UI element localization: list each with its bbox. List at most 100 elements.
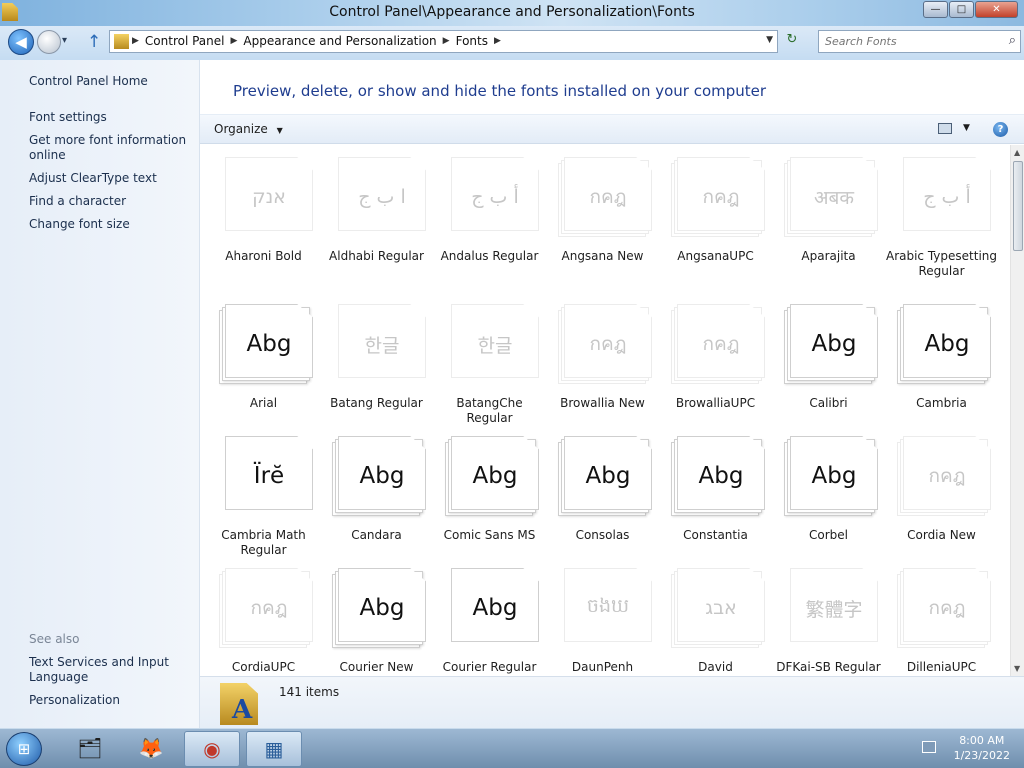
font-item[interactable]: กคฎ Angsana New — [546, 157, 659, 297]
personalization-link[interactable]: Personalization — [29, 693, 189, 708]
font-item[interactable]: अबक Aparajita — [772, 157, 885, 297]
font-name-label: DilleniaUPC — [906, 660, 977, 674]
font-page-icon: أ ب ج — [451, 157, 539, 231]
font-item[interactable]: 繁體字 DFKai-SB Regular — [772, 568, 885, 676]
font-sample-text: अबक — [814, 187, 854, 209]
vertical-scrollbar[interactable]: ▲ ▼ — [1010, 145, 1024, 676]
font-item[interactable]: 한글 Batang Regular — [320, 304, 433, 444]
font-name-label: Arial — [249, 396, 278, 410]
change-font-size-link[interactable]: Change font size — [29, 217, 189, 232]
details-pane: A 141 items — [200, 676, 1024, 728]
font-item[interactable]: Ïrĕ Cambria Math Regular — [207, 436, 320, 576]
forward-button[interactable] — [37, 30, 61, 54]
font-item[interactable]: กคฎ BrowalliaUPC — [659, 304, 772, 444]
scroll-up-icon[interactable]: ▲ — [1014, 148, 1020, 157]
font-item[interactable]: กคฎ DilleniaUPC — [885, 568, 998, 676]
close-button[interactable]: ✕ — [975, 1, 1018, 18]
start-button[interactable]: ⊞ — [6, 732, 42, 766]
font-item[interactable]: Abg Courier Regular — [433, 568, 546, 676]
font-sample-text: Abg — [811, 463, 857, 489]
font-page-icon: אנק — [225, 157, 313, 231]
font-item[interactable]: אבג David — [659, 568, 772, 676]
breadcrumb-appearance-and-personalization[interactable]: Appearance and Personalization — [237, 34, 442, 48]
font-name-label: Cambria Math Regular — [221, 528, 306, 557]
font-name-label: CordiaUPC — [231, 660, 296, 674]
breadcrumb-separator-icon[interactable]: ▶ — [494, 36, 501, 46]
recent-pages-button[interactable]: ▾ — [62, 35, 67, 46]
taskbar-chrome[interactable]: ◉ — [184, 731, 240, 767]
font-name-label: Courier Regular — [442, 660, 537, 674]
font-item[interactable]: Abg Calibri — [772, 304, 885, 444]
search-box[interactable]: ⌕ — [818, 30, 1021, 53]
back-button[interactable]: ◀ — [8, 29, 34, 55]
font-item[interactable]: Abg Candara — [320, 436, 433, 576]
change-view-icon[interactable] — [938, 123, 952, 134]
maximize-button[interactable]: □ — [949, 1, 974, 18]
font-sample-text: أ ب ج — [923, 186, 971, 208]
address-history-dropdown[interactable]: ▼ — [766, 35, 773, 45]
font-item[interactable]: Abg Arial — [207, 304, 320, 444]
font-item[interactable]: Abg Cambria — [885, 304, 998, 444]
font-sample-text: กคฎ — [702, 186, 740, 208]
help-icon[interactable]: ? — [993, 122, 1008, 137]
minimize-button[interactable]: — — [923, 1, 948, 18]
font-sample-text: กคฎ — [250, 597, 288, 619]
view-options-dropdown[interactable]: ▼ — [963, 123, 970, 133]
font-page-icon: กคฎ — [903, 568, 991, 642]
network-icon[interactable] — [922, 741, 936, 753]
font-sample-text: Abg — [585, 463, 631, 489]
font-page-icon: 한글 — [451, 304, 539, 378]
search-input[interactable] — [819, 31, 994, 52]
breadcrumb-fonts[interactable]: Fonts — [450, 34, 494, 48]
address-bar[interactable]: ▶ Control Panel ▶ Appearance and Persona… — [109, 30, 778, 53]
font-thumbnail: กคฎ — [671, 304, 766, 384]
find-a-character-link[interactable]: Find a character — [29, 194, 189, 209]
font-item[interactable]: أ ب ج Arabic Typesetting Regular — [885, 157, 998, 297]
font-item[interactable]: ចងឃ DaunPenh — [546, 568, 659, 676]
font-sample-text: กคฎ — [702, 333, 740, 355]
font-item[interactable]: ا ب ج Aldhabi Regular — [320, 157, 433, 297]
breadcrumb-control-panel[interactable]: Control Panel — [139, 34, 231, 48]
font-item[interactable]: 한글 BatangChe Regular — [433, 304, 546, 444]
font-item[interactable]: กคฎ AngsanaUPC — [659, 157, 772, 297]
adjust-cleartype-text-link[interactable]: Adjust ClearType text — [29, 171, 189, 186]
text-services-link[interactable]: Text Services and Input Language — [29, 655, 189, 685]
organize-button[interactable]: Organize ▼ — [214, 122, 283, 136]
breadcrumb-separator-icon[interactable]: ▶ — [443, 36, 450, 46]
font-item[interactable]: กคฎ Browallia New — [546, 304, 659, 444]
font-sample-text: ا ب ج — [358, 186, 406, 208]
font-item[interactable]: กคฎ CordiaUPC — [207, 568, 320, 676]
font-item[interactable]: Abg Comic Sans MS — [433, 436, 546, 576]
get-more-font-information-link[interactable]: Get more font information online — [29, 133, 189, 163]
font-sample-text: Abg — [472, 595, 518, 621]
up-button[interactable]: ↑ — [87, 32, 101, 52]
breadcrumb-separator-icon[interactable]: ▶ — [132, 36, 139, 46]
font-thumbnail: Abg — [445, 568, 540, 648]
font-item[interactable]: Abg Consolas — [546, 436, 659, 576]
control-panel-home-link[interactable]: Control Panel Home — [29, 74, 189, 89]
main-pane: Preview, delete, or show and hide the fo… — [200, 60, 1024, 728]
window-title: Control Panel\Appearance and Personaliza… — [329, 4, 695, 20]
font-item[interactable]: Abg Courier New — [320, 568, 433, 676]
taskbar-windows-explorer[interactable]: 🗂 — [62, 731, 118, 767]
scrollbar-thumb[interactable] — [1013, 161, 1023, 251]
search-icon[interactable]: ⌕ — [1009, 33, 1016, 48]
breadcrumb-separator-icon[interactable]: ▶ — [231, 36, 238, 46]
system-clock[interactable]: 8:00 AM 1/23/2022 — [954, 733, 1010, 763]
navigation-bar: ◀ ▾ ↑ ▶ Control Panel ▶ Appearance and P… — [0, 26, 1024, 60]
font-settings-link[interactable]: Font settings — [29, 110, 189, 125]
refresh-button[interactable]: ↻ — [781, 32, 803, 52]
font-item[interactable]: กคฎ Cordia New — [885, 436, 998, 576]
font-name-label: Andalus Regular — [440, 249, 539, 263]
font-name-label: Consolas — [575, 528, 630, 542]
font-item[interactable]: Abg Constantia — [659, 436, 772, 576]
scroll-down-icon[interactable]: ▼ — [1014, 664, 1020, 673]
font-item[interactable]: أ ب ج Andalus Regular — [433, 157, 546, 297]
taskbar-control-panel[interactable]: ▦ — [246, 731, 302, 767]
font-item[interactable]: Abg Corbel — [772, 436, 885, 576]
font-item[interactable]: אנק Aharoni Bold — [207, 157, 320, 297]
font-thumbnail: אנק — [219, 157, 314, 237]
font-name-label: Arabic Typesetting Regular — [885, 249, 998, 278]
font-sample-text: กคฎ — [928, 465, 966, 487]
taskbar-firefox[interactable]: 🦊 — [123, 731, 179, 767]
